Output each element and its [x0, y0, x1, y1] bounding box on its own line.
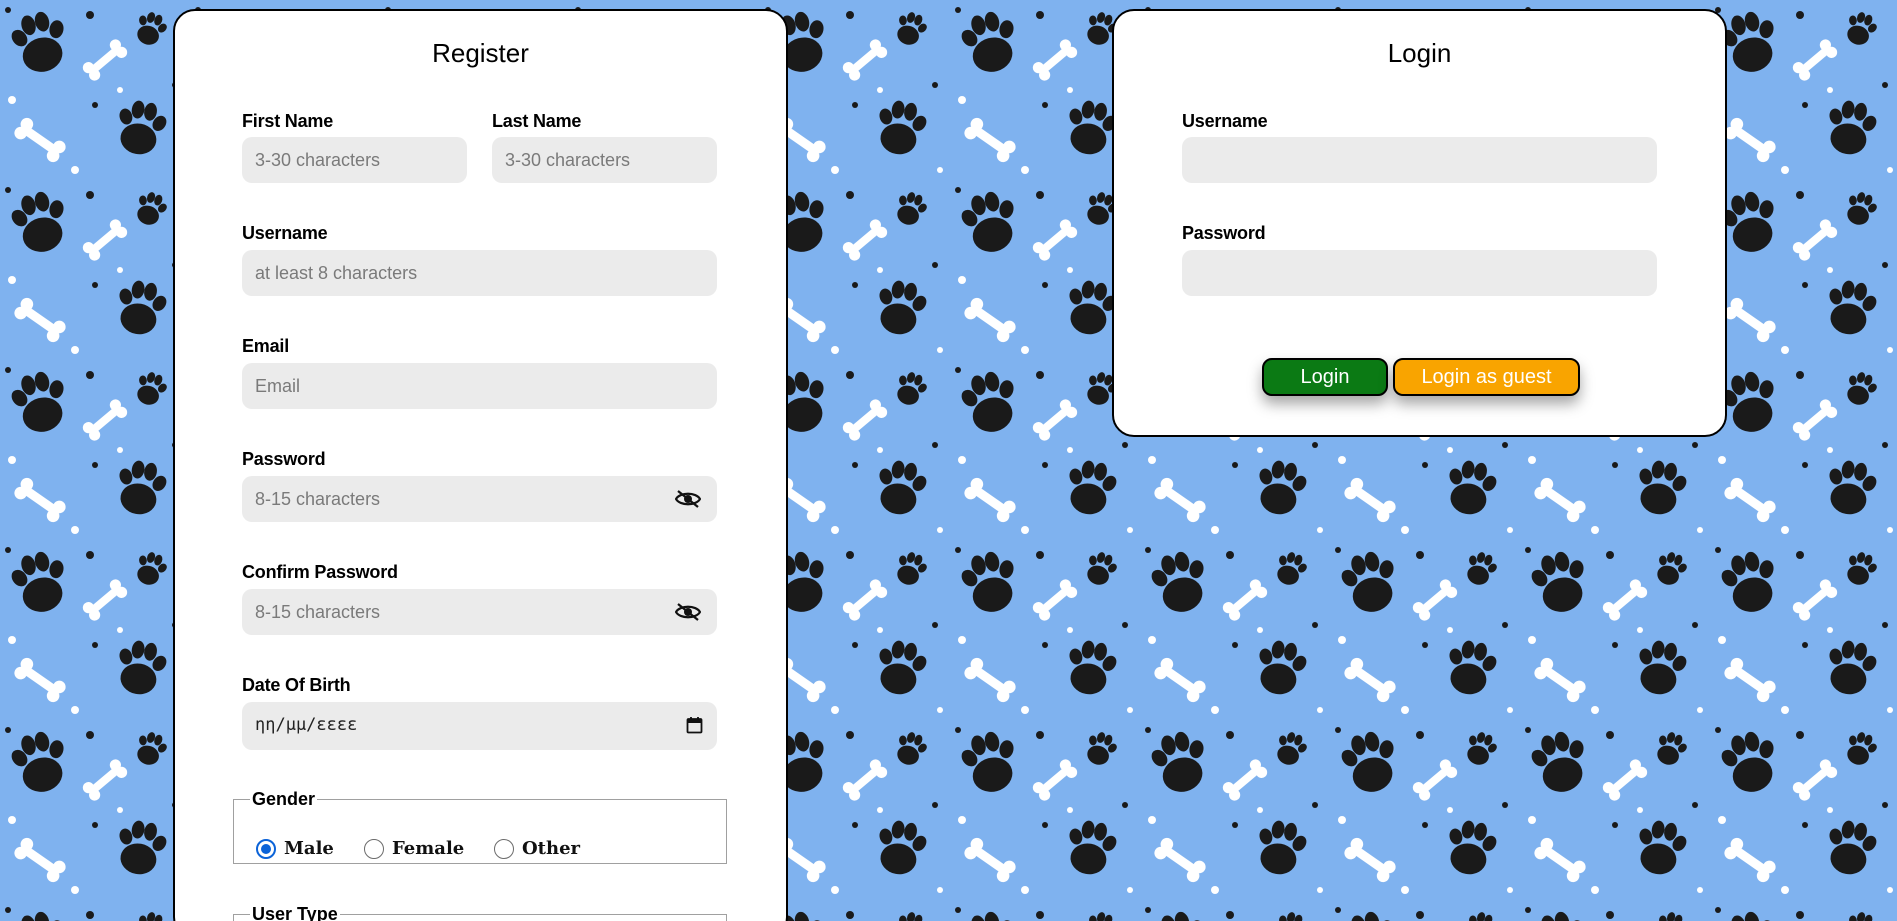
calendar-icon[interactable]	[686, 716, 703, 734]
radio-unchecked-icon[interactable]	[364, 838, 384, 859]
confirm-password-input[interactable]	[242, 589, 717, 635]
login-username-input[interactable]	[1182, 137, 1657, 183]
gender-option-label: Other	[522, 838, 581, 859]
eye-slash-icon[interactable]	[675, 602, 701, 622]
email-label: Email	[242, 336, 290, 356]
date-of-birth-field[interactable]: ηη/μμ/εεεε	[242, 702, 717, 750]
gender-option-label: Male	[284, 838, 334, 859]
gender-option-other[interactable]: Other	[494, 838, 580, 859]
login-as-guest-button[interactable]: Login as guest	[1393, 358, 1580, 396]
email-input[interactable]	[242, 363, 717, 409]
user-type-fieldset: User Type	[233, 904, 727, 921]
password-label: Password	[242, 449, 326, 469]
username-label: Username	[242, 223, 328, 243]
gender-legend: Gender	[252, 789, 316, 809]
last-name-label: Last Name	[492, 111, 582, 131]
username-input[interactable]	[242, 250, 717, 296]
gender-option-female[interactable]: Female	[364, 838, 464, 859]
last-name-field	[492, 137, 717, 183]
password-input[interactable]	[242, 476, 717, 522]
login-card: Login Username Password Login Login as g…	[1112, 9, 1727, 437]
date-of-birth-value: ηη/μμ/εεεε	[255, 715, 358, 735]
login-password-field	[1182, 250, 1657, 296]
first-name-field	[242, 137, 467, 183]
login-title: Login	[1387, 38, 1452, 68]
gender-option-male[interactable]: Male	[256, 838, 334, 859]
register-card: Register First Name Last Name Username E…	[173, 9, 788, 921]
first-name-label: First Name	[242, 111, 334, 131]
eye-slash-icon[interactable]	[675, 489, 701, 509]
user-type-legend: User Type	[252, 904, 338, 921]
date-of-birth-label: Date Of Birth	[242, 675, 351, 695]
login-username-field	[1182, 137, 1657, 183]
last-name-input[interactable]	[492, 137, 717, 183]
gender-fieldset: Gender Male Female Other	[233, 789, 727, 864]
confirm-password-field	[242, 589, 717, 635]
gender-option-label: Female	[392, 838, 465, 859]
first-name-input[interactable]	[242, 137, 467, 183]
login-username-label: Username	[1182, 111, 1268, 131]
login-password-input[interactable]	[1182, 250, 1657, 296]
confirm-password-label: Confirm Password	[242, 562, 398, 582]
username-field	[242, 250, 717, 296]
login-password-label: Password	[1182, 223, 1266, 243]
radio-unchecked-icon[interactable]	[494, 838, 514, 859]
register-title: Register	[432, 38, 529, 68]
login-button[interactable]: Login	[1262, 358, 1388, 396]
radio-checked-icon[interactable]	[256, 838, 276, 859]
email-field	[242, 363, 717, 409]
password-field	[242, 476, 717, 522]
